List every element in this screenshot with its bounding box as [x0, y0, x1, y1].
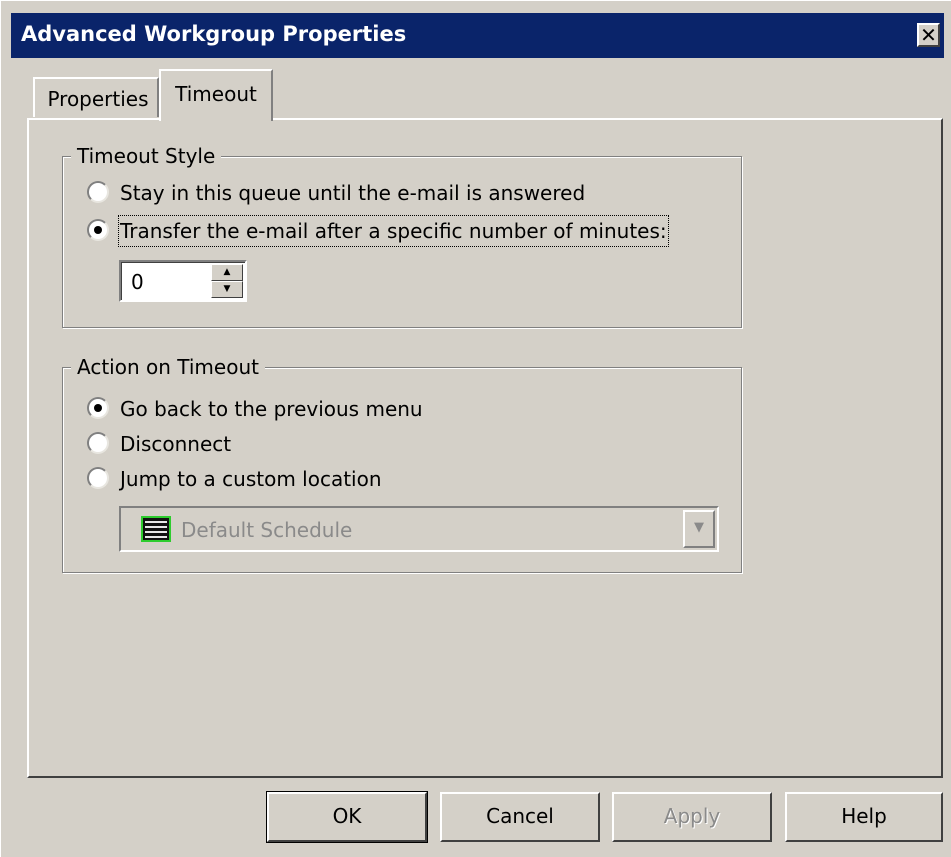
- radio-stay-in-queue-circle[interactable]: [87, 181, 109, 203]
- radio-disconnect-circle[interactable]: [87, 432, 109, 454]
- help-button[interactable]: Help: [785, 792, 943, 842]
- dropdown-button[interactable]: ▼: [683, 510, 715, 548]
- tab-timeout-label: Timeout: [175, 82, 257, 106]
- arrow-up-icon: ▲: [223, 267, 231, 277]
- stepper-down-button[interactable]: ▼: [211, 281, 243, 298]
- window-title: Advanced Workgroup Properties: [21, 22, 407, 46]
- help-button-label: Help: [841, 804, 887, 828]
- radio-go-back-label: Go back to the previous menu: [120, 397, 423, 421]
- close-icon: ✕: [920, 23, 937, 47]
- timeout-style-group: Timeout Style Stay in this queue until t…: [62, 143, 742, 328]
- radio-stay-in-queue-label: Stay in this queue until the e-mail is a…: [120, 181, 586, 205]
- action-on-timeout-legend: Action on Timeout: [71, 354, 265, 380]
- ok-button[interactable]: OK: [266, 791, 428, 843]
- schedule-icon: [141, 516, 171, 542]
- title-bar[interactable]: Advanced Workgroup Properties ✕: [11, 13, 944, 58]
- radio-jump-custom-circle[interactable]: [87, 467, 109, 489]
- stepper-up-button[interactable]: ▲: [211, 264, 243, 281]
- radio-go-back-circle[interactable]: [87, 397, 109, 419]
- tab-properties[interactable]: Properties: [33, 77, 159, 117]
- cancel-button[interactable]: Cancel: [440, 792, 600, 842]
- tab-properties-label: Properties: [47, 87, 149, 111]
- timeout-style-legend: Timeout Style: [71, 143, 222, 169]
- ok-button-label: OK: [332, 804, 362, 828]
- radio-transfer-after-minutes-label: Transfer the e-mail after a specific num…: [118, 215, 669, 247]
- minutes-stepper[interactable]: 0 ▲ ▼: [119, 260, 247, 302]
- dialog-window: Advanced Workgroup Properties ✕ Properti…: [0, 0, 951, 857]
- arrow-down-icon: ▼: [223, 284, 231, 294]
- close-button[interactable]: ✕: [917, 23, 940, 47]
- custom-location-value: Default Schedule: [181, 518, 353, 542]
- apply-button[interactable]: Apply: [612, 792, 772, 842]
- apply-button-label: Apply: [663, 804, 721, 828]
- radio-transfer-after-minutes-circle[interactable]: [87, 219, 109, 241]
- tab-timeout[interactable]: Timeout: [159, 69, 273, 121]
- radio-disconnect-label: Disconnect: [120, 432, 232, 456]
- custom-location-dropdown[interactable]: Default Schedule ▼: [119, 506, 719, 552]
- cancel-button-label: Cancel: [486, 804, 554, 828]
- chevron-down-icon: ▼: [694, 520, 704, 535]
- radio-jump-custom-label: Jump to a custom location: [120, 467, 382, 491]
- minutes-input[interactable]: 0: [131, 270, 144, 294]
